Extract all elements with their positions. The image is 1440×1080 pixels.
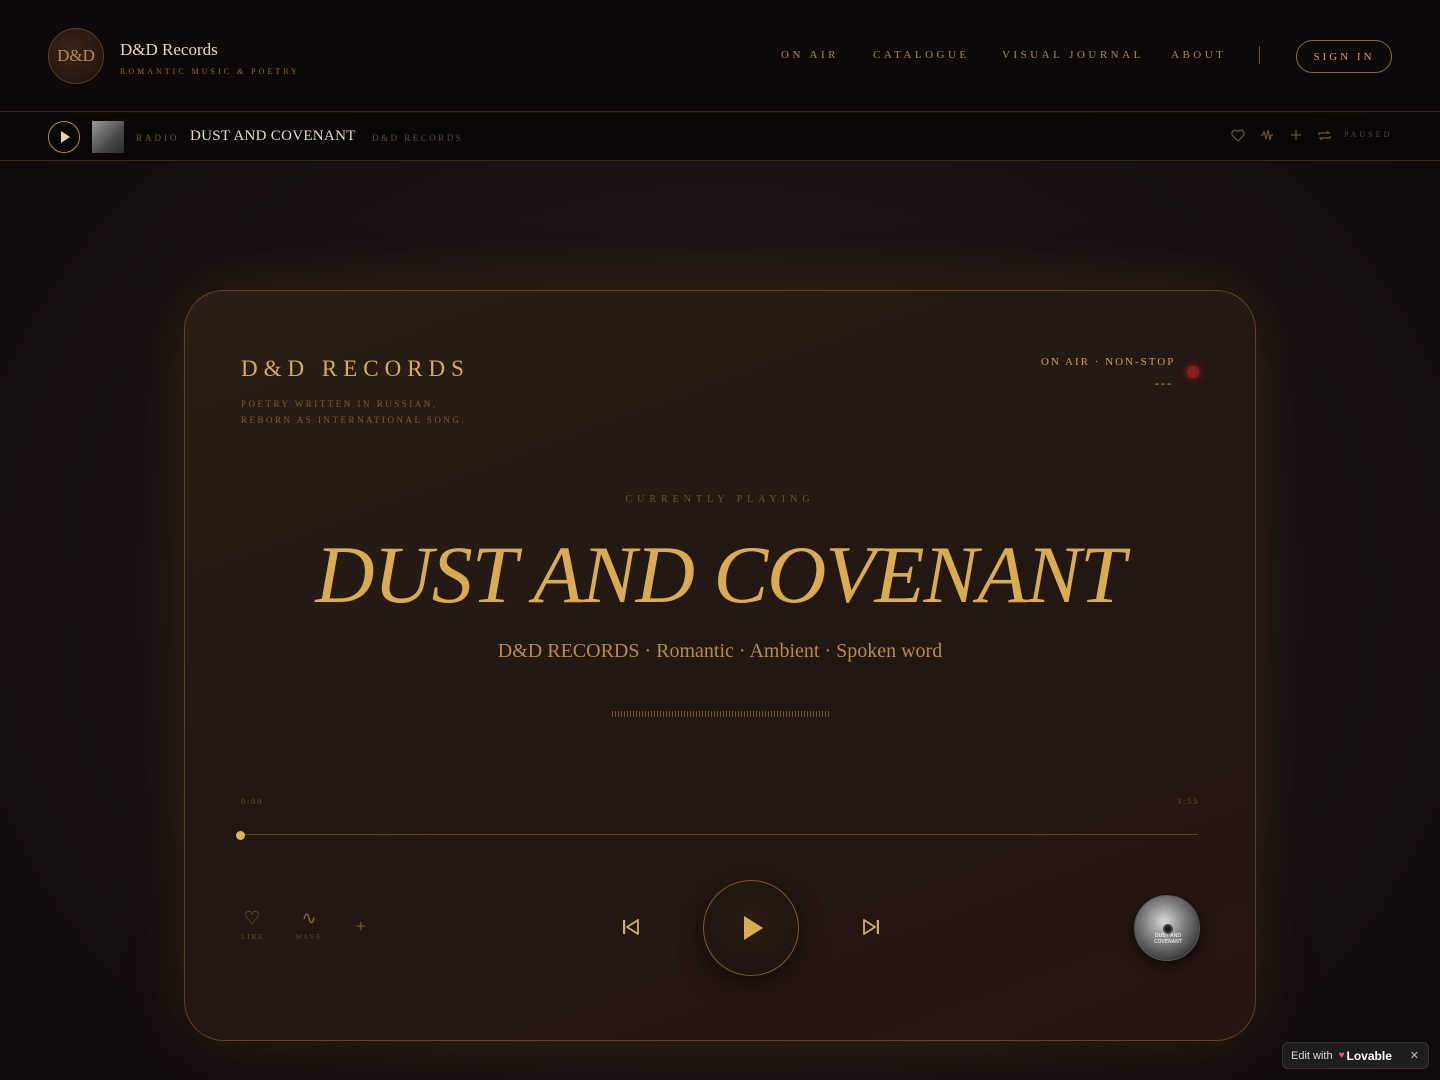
wave-button[interactable]: ∿ WAVE [295,908,323,941]
mini-artist-label: D&D RECORDS [372,133,464,143]
plus-icon[interactable] [1287,126,1305,144]
wave-label: WAVE [295,933,323,941]
track-title: DUST AND COVENANT [315,529,1125,620]
play-button[interactable] [703,880,799,976]
play-icon [61,131,70,143]
track-thumbnail [92,121,124,153]
progress-track[interactable] [241,834,1198,835]
mini-player: RADIO DUST AND COVENANT D&D RECORDS PAUS… [0,113,1440,161]
like-label: LIKE [241,933,265,941]
card-tagline: POETRY WRITTEN IN RUSSIAN, REBORN AS INT… [241,396,466,428]
site-header: D&D D&D Records ROMANTIC MUSIC & POETRY … [0,0,1440,112]
progress-knob[interactable] [236,831,245,840]
repeat-icon[interactable] [1315,126,1333,144]
brand-name[interactable]: D&D Records [120,40,218,60]
card-tagline-line-2: REBORN AS INTERNATIONAL SONG. [241,415,467,425]
heart-icon: ♡ [243,908,261,928]
logo-text: D&D [57,46,95,65]
plus-icon: + [355,916,367,936]
album-disc: DUST AND COVENANT [1134,895,1200,961]
sign-in-button[interactable]: SIGN IN [1296,40,1392,73]
radio-label: RADIO [136,133,180,143]
add-button[interactable]: + [352,916,370,937]
skip-back-icon [623,919,639,935]
nav-divider [1259,46,1260,64]
disc-label: DUST AND COVENANT [1154,933,1182,945]
like-button[interactable]: ♡ LIKE [241,908,263,941]
live-dot [1187,366,1199,378]
close-icon[interactable]: ✕ [1410,1049,1419,1062]
disc-hole [1163,924,1173,934]
nav-on-air[interactable]: ON AIR [781,49,839,61]
badge-edit-with: Edit with [1291,1049,1333,1062]
nav-about[interactable]: ABOUT [1171,49,1226,61]
next-button[interactable] [862,917,880,937]
waveform [612,711,830,717]
track-meta: D&D RECORDS · Romantic · Ambient · Spoke… [497,640,943,662]
on-air-indicator: --- [1155,376,1173,390]
mini-track-title: DUST AND COVENANT [190,128,356,144]
nav-visual-journal[interactable]: VISUAL JOURNAL [1002,49,1144,61]
currently-playing-label: CURRENTLY PLAYING [625,494,815,505]
mini-play-button[interactable] [48,121,80,153]
card-brand: D&D RECORDS [241,356,470,381]
previous-button[interactable] [622,917,640,937]
logo[interactable]: D&D [48,28,104,84]
edit-with-lovable-badge[interactable]: Edit with ♥ Lovable ✕ [1282,1042,1429,1069]
play-icon [744,916,763,940]
time-elapsed: 0:00 [241,797,264,806]
nav-catalogue[interactable]: CATALOGUE [873,49,970,61]
heart-icon[interactable] [1229,126,1247,144]
on-air-label: ON AIR · NON-STOP [1041,356,1176,368]
lovable-logo-icon: ♥ [1338,1050,1345,1061]
brand-tagline: ROMANTIC MUSIC & POETRY [120,67,300,76]
wave-icon: ∿ [301,908,317,928]
card-tagline-line-1: POETRY WRITTEN IN RUSSIAN, [241,399,438,409]
time-total: 3:55 [1177,797,1200,806]
skip-forward-icon [863,919,879,935]
wave-icon[interactable] [1258,126,1276,144]
badge-brand: Lovable [1346,1048,1392,1063]
playback-status: PAUSED [1344,130,1393,139]
